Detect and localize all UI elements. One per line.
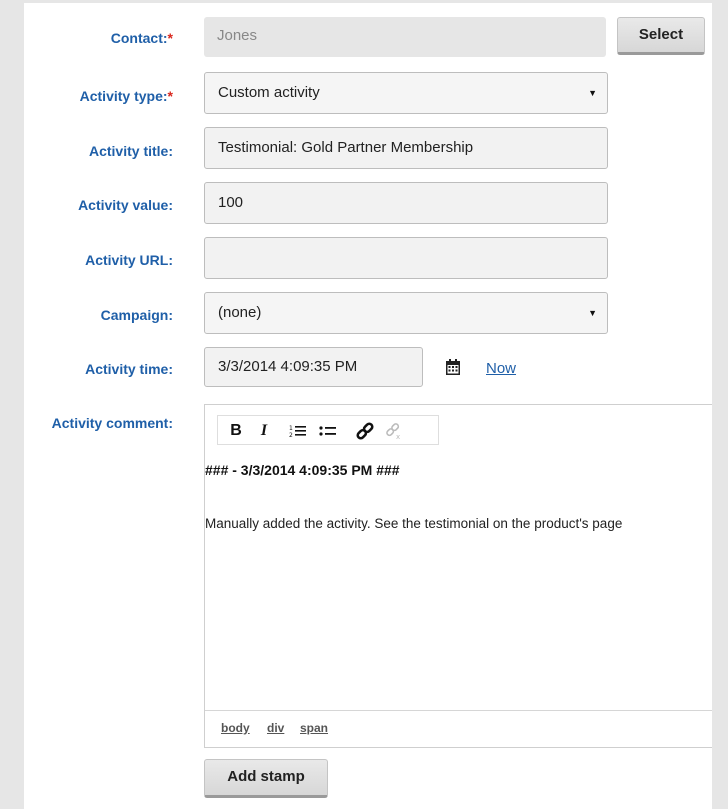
unlink-icon[interactable]: x (384, 419, 404, 443)
numbered-list-icon[interactable]: 1 2 (288, 419, 308, 443)
stamp-line: ### - 3/3/2014 4:09:35 PM ### (205, 462, 400, 478)
activity-value-value: 100 (218, 194, 244, 211)
activity-value-label: Activity value: (78, 197, 173, 213)
activity-title-value: Testimonial: Gold Partner Membership (218, 139, 474, 156)
activity-url-label: Activity URL: (85, 252, 173, 268)
path-div-link[interactable]: div (267, 721, 284, 735)
activity-time-value: 3/3/2014 4:09:35 PM (218, 358, 358, 375)
select-contact-button[interactable]: Select (617, 17, 705, 55)
path-body-link[interactable]: body (221, 721, 250, 735)
contact-label-text: Contact: (110, 30, 168, 46)
add-stamp-button[interactable]: Add stamp (204, 759, 328, 798)
contact-label: Contact:* (0, 30, 173, 46)
campaign-select[interactable]: (none) ▼ (204, 292, 608, 334)
required-mark: * (167, 88, 173, 104)
link-icon[interactable] (354, 419, 376, 443)
contact-value: Jones (217, 27, 258, 44)
editor-toolbar: B I 1 2 x (217, 415, 439, 445)
calendar-icon[interactable] (444, 358, 462, 376)
activity-type-select[interactable]: Custom activity ▼ (204, 72, 608, 114)
activity-form: Contact:* Jones Select Activity type:* C… (24, 3, 712, 809)
dropdown-caret-icon: ▼ (588, 88, 597, 98)
required-mark: * (167, 30, 173, 46)
bold-icon[interactable]: B (226, 419, 246, 443)
path-span-link[interactable]: span (300, 721, 328, 735)
activity-url-input[interactable] (204, 237, 608, 279)
activity-title-input[interactable]: Testimonial: Gold Partner Membership (204, 127, 608, 169)
svg-text:x: x (396, 433, 400, 441)
campaign-value: (none) (218, 304, 262, 321)
activity-title-label: Activity title: (88, 143, 173, 159)
italic-icon[interactable]: I (254, 419, 274, 443)
campaign-label: Campaign: (100, 307, 173, 323)
activity-type-value: Custom activity (218, 84, 320, 101)
now-link[interactable]: Now (486, 360, 516, 377)
svg-text:1: 1 (289, 425, 293, 432)
activity-value-input[interactable]: 100 (204, 182, 608, 224)
comment-editor[interactable]: B I 1 2 x ### - 3/3/2014 4:09:35 PM ### … (204, 404, 712, 748)
activity-time-input[interactable]: 3/3/2014 4:09:35 PM (204, 347, 423, 387)
activity-time-label: Activity time: (85, 361, 173, 377)
activity-comment-label: Activity comment: (51, 415, 173, 431)
comment-text: Manually added the activity. See the tes… (205, 516, 623, 531)
activity-type-label: Activity type:* (0, 88, 173, 104)
dropdown-caret-icon: ▼ (588, 308, 597, 318)
svg-text:2: 2 (289, 432, 293, 439)
contact-field[interactable]: Jones (204, 17, 606, 57)
element-path-bar: body div span (205, 710, 712, 747)
bulleted-list-icon[interactable] (318, 419, 338, 443)
activity-type-label-text: Activity type: (79, 88, 168, 104)
